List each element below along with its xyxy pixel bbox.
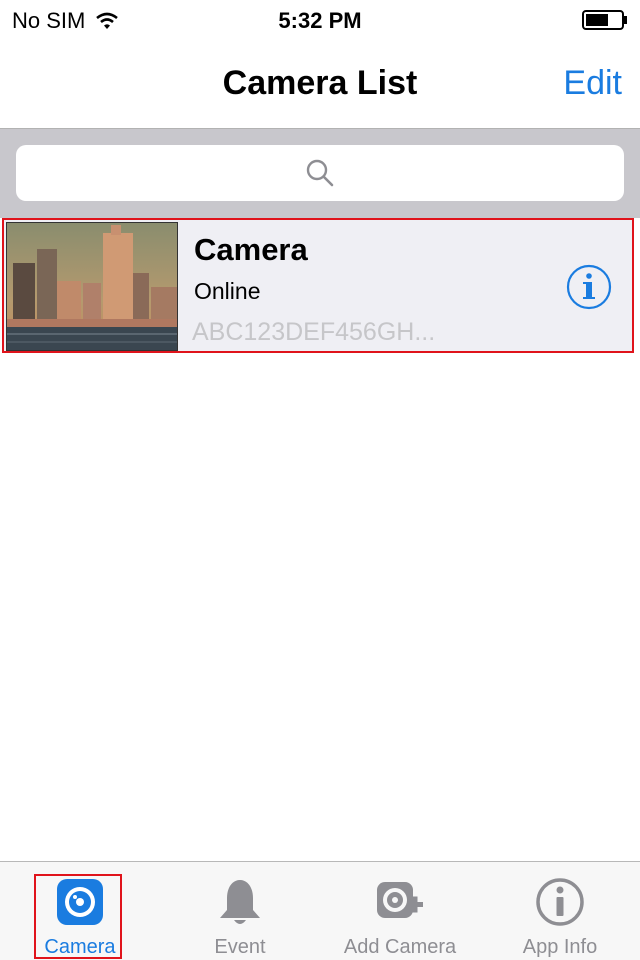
tab-event[interactable]: Event: [160, 862, 320, 960]
info-icon[interactable]: [566, 264, 612, 310]
camera-id: ABC123DEF456GH...: [192, 318, 436, 346]
camera-name: Camera: [194, 232, 308, 267]
info-circle-icon: [536, 878, 584, 926]
camera-list-item[interactable]: Camera Online ABC123DEF456GH...: [2, 218, 634, 353]
navigation-bar: Camera List Edit: [0, 40, 640, 128]
battery-icon: [582, 10, 627, 30]
camera-status: Online: [194, 278, 261, 304]
camera-list-screen: No SIM 5:32 PM Camera List Edit Camera O…: [0, 0, 640, 960]
tab-app-info-label: App Info: [522, 936, 598, 958]
search-bar: [0, 128, 640, 218]
tab-add-camera-label: Add Camera: [343, 936, 457, 958]
status-bar: No SIM 5:32 PM: [0, 0, 640, 40]
bell-icon: [220, 880, 260, 924]
tab-add-camera[interactable]: Add Camera: [320, 862, 480, 960]
status-time: 5:32 PM: [278, 8, 362, 33]
add-camera-icon: [377, 882, 423, 918]
active-tab-highlight: [34, 874, 122, 959]
tab-event-label: Event: [214, 936, 266, 958]
camera-thumbnail: [6, 222, 178, 351]
search-icon: [306, 159, 334, 187]
edit-button[interactable]: Edit: [563, 64, 622, 103]
tab-bar: Camera Event Add Camera App Info: [0, 861, 640, 960]
search-input[interactable]: [16, 145, 624, 201]
page-title: Camera List: [222, 64, 418, 102]
tab-app-info[interactable]: App Info: [480, 862, 640, 960]
